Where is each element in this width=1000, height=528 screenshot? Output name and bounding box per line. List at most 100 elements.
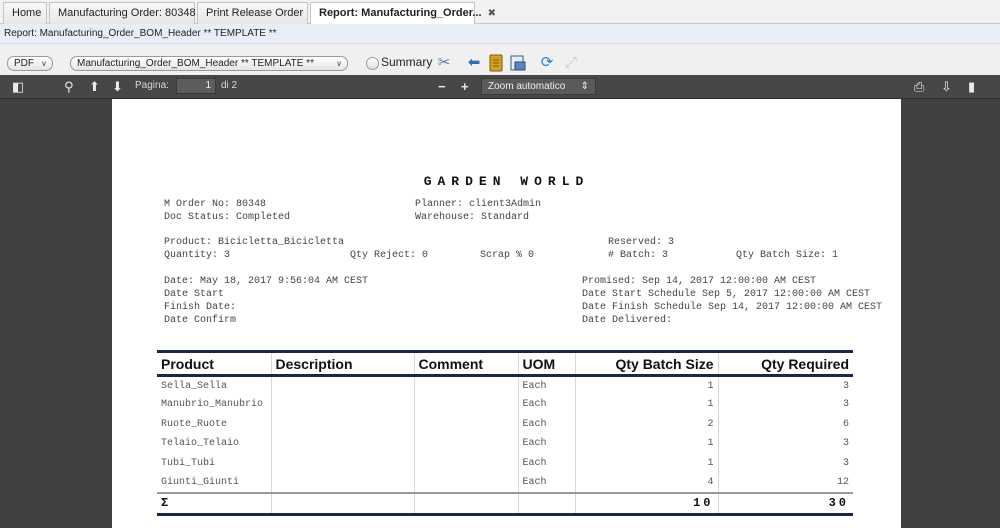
date: Date: May 18, 2017 9:56:04 AM CEST <box>164 276 369 287</box>
chevron-down-icon: ∨ <box>41 59 47 68</box>
cell-description <box>270 375 414 395</box>
zoom-value: Zoom automatico <box>488 81 566 92</box>
cell-product: Manubrio_Manubrio <box>161 399 264 411</box>
cell-comment <box>413 375 518 395</box>
zoom-out-icon[interactable]: − <box>438 78 446 95</box>
window-title: Report: Manufacturing_Order_BOM_Header *… <box>0 24 1000 44</box>
cell-qty-batch-size: 1 <box>574 395 718 415</box>
batch: # Batch: 3 <box>608 250 669 261</box>
table-row: Manubrio_Manubrio Each 1 3 <box>157 395 853 415</box>
report-page: GARDEN WORLD M Order No: 80348 Doc Statu… <box>112 99 901 528</box>
quantity: Quantity: 3 <box>164 250 231 261</box>
doc-status: Doc Status: Completed <box>164 212 291 223</box>
cell-qty-required: 3 <box>717 453 853 473</box>
table-row: Ruote_Ruote Each 2 6 <box>157 414 853 434</box>
close-tab-icon[interactable]: ✖ <box>488 8 496 19</box>
planner: Planner: client3Admin <box>415 199 542 210</box>
cell-product: Ruote_Ruote <box>161 418 228 430</box>
cell-qty-batch-size: 2 <box>574 414 718 434</box>
tab-bar: Home Manufacturing Order: 80348✖ Print R… <box>0 0 1000 25</box>
format-value: PDF <box>14 58 34 69</box>
cell-description <box>270 395 414 415</box>
date-promised: Promised: Sep 14, 2017 12:00:00 AM CEST <box>582 276 817 287</box>
cell-product: Telaio_Telaio <box>161 438 240 450</box>
download-icon[interactable]: ⇩ <box>941 78 952 95</box>
pdf-viewer[interactable]: GARDEN WORLD M Order No: 80348 Doc Statu… <box>0 99 1000 528</box>
page-label: Pagina: <box>135 80 169 91</box>
zoom-select[interactable]: Zoom automatico ⇕ <box>481 78 596 95</box>
order-number: M Order No: 80348 <box>164 199 267 210</box>
report-toolbar: PDF ∨ Manufacturing_Order_BOM_Header ** … <box>0 44 1000 75</box>
page-number-input[interactable]: 1 <box>176 78 216 94</box>
print-preview-icon[interactable] <box>509 54 527 72</box>
summary-checkbox[interactable] <box>366 57 379 70</box>
total-empty-cell <box>413 491 518 516</box>
cell-product: Sella_Sella <box>161 380 228 392</box>
bom-table: Product Description Comment UOM Qty Batc… <box>157 350 853 516</box>
cell-uom: Each <box>517 395 575 415</box>
cell-qty-batch-size: 4 <box>574 473 718 493</box>
tab-label: Home <box>12 7 42 19</box>
zoom-across-icon[interactable]: ⤢ <box>562 54 580 72</box>
tab-report[interactable]: Report: Manufacturing_Order... ✖ <box>310 2 496 25</box>
tab-label: Print Release Order <box>206 7 304 19</box>
date-delivered: Date Delivered: <box>582 315 673 326</box>
totals-row: Σ 10 30 <box>157 491 853 516</box>
tab-print-release-order[interactable]: Print Release Order✖ <box>197 2 318 24</box>
finish-date: Finish Date: <box>164 302 237 313</box>
cell-description <box>270 434 414 454</box>
table-row: Giunti_Giunti Each 4 12 <box>157 473 853 493</box>
column-header-qty-batch-size: Qty Batch Size <box>574 350 718 377</box>
zoom-in-icon[interactable]: + <box>461 78 469 95</box>
format-select[interactable]: PDF ∨ <box>7 56 53 71</box>
cell-qty-required: 6 <box>717 414 853 434</box>
cell-comment <box>413 395 518 415</box>
date-confirm: Date Confirm <box>164 315 237 326</box>
product: Product: Bicicletta_Bicicletta <box>164 237 345 248</box>
cell-qty-required: 3 <box>717 434 853 454</box>
cell-qty-batch-size: 1 <box>574 375 718 395</box>
total-empty-cell <box>270 491 414 516</box>
cell-qty-required: 3 <box>717 375 853 395</box>
cell-comment <box>413 453 518 473</box>
cell-uom: Each <box>517 375 575 395</box>
sidebar-toggle-icon[interactable]: ◧ <box>12 78 24 95</box>
report-template-value: Manufacturing_Order_BOM_Header ** TEMPLA… <box>77 58 314 69</box>
bookmark-icon[interactable]: ▮ <box>968 78 975 95</box>
total-qty-batch-size: 10 <box>574 491 718 516</box>
pdf-viewer-toolbar: ◧ ⚲ ⬆ ⬇ Pagina: 1 di 2 − + Zoom automati… <box>0 75 1000 99</box>
cell-description <box>270 453 414 473</box>
cell-product: Giunti_Giunti <box>161 476 240 488</box>
column-header-qty-required: Qty Required <box>717 350 853 377</box>
warehouse: Warehouse: Standard <box>415 212 530 223</box>
report-template-select[interactable]: Manufacturing_Order_BOM_Header ** TEMPLA… <box>70 56 348 71</box>
find-icon[interactable]: ⚲ <box>64 78 74 95</box>
qty-batch-size: Qty Batch Size: 1 <box>736 250 839 261</box>
table-header-row: Product Description Comment UOM Qty Batc… <box>157 350 853 377</box>
tab-home[interactable]: Home <box>3 2 47 24</box>
next-page-icon[interactable]: ⬇ <box>112 78 123 95</box>
refresh-icon[interactable]: ⟳ <box>538 54 556 72</box>
print-icon[interactable]: ⎙ <box>914 78 924 95</box>
cell-product: Tubi_Tubi <box>161 457 216 469</box>
cell-qty-required: 3 <box>717 395 853 415</box>
process-icon[interactable]: ✂ <box>435 54 453 72</box>
date-finish-schedule: Date Finish Schedule Sep 14, 2017 12:00:… <box>582 302 883 313</box>
cell-uom: Each <box>517 453 575 473</box>
table-row: Telaio_Telaio Each 1 3 <box>157 434 853 454</box>
page-count: di 2 <box>221 80 238 91</box>
cell-qty-required: 12 <box>717 473 853 493</box>
qty-reject: Qty Reject: 0 <box>350 250 429 261</box>
cell-comment <box>413 473 518 493</box>
tab-manufacturing-order[interactable]: Manufacturing Order: 80348✖ <box>49 2 210 24</box>
total-qty-required: 30 <box>717 491 853 516</box>
export-icon[interactable] <box>487 54 505 72</box>
cell-uom: Each <box>517 434 575 454</box>
archive-icon[interactable]: ⬅ <box>465 54 483 72</box>
cell-qty-batch-size: 1 <box>574 434 718 454</box>
tab-label: Report: Manufacturing_Order... <box>319 7 482 19</box>
scrap: Scrap % 0 <box>480 250 535 261</box>
cell-comment <box>413 414 518 434</box>
prev-page-icon[interactable]: ⬆ <box>89 78 100 95</box>
tab-label: Manufacturing Order: 80348 <box>58 7 196 19</box>
